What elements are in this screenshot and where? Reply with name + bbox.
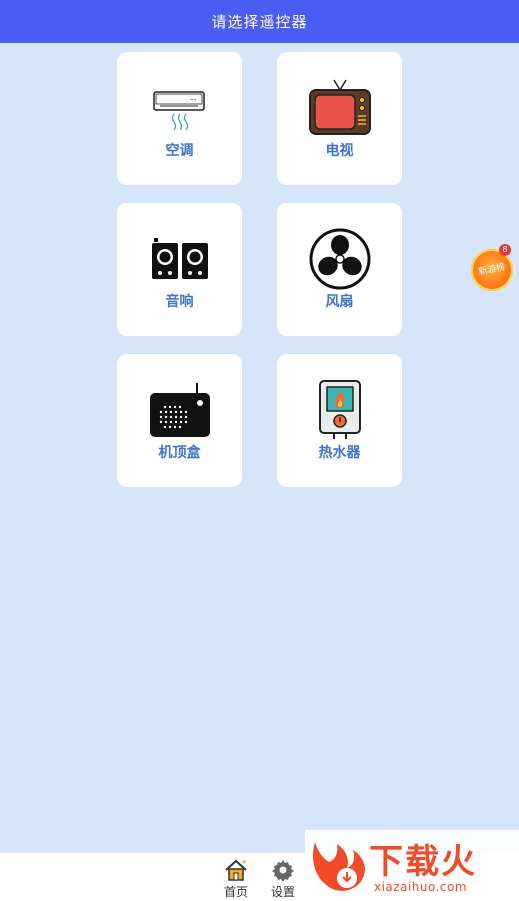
device-card-set-top-box[interactable]: 机顶盒 xyxy=(117,354,242,487)
device-card-air-conditioner[interactable]: ~~ 空调 xyxy=(117,52,242,185)
top-bar: 请选择遥控器 xyxy=(0,0,519,43)
gear-icon xyxy=(272,860,294,882)
badge-text: 新游榜 xyxy=(477,262,507,278)
device-label: 风扇 xyxy=(325,294,354,310)
tab-label: 设置 xyxy=(270,885,295,899)
svg-text:~~: ~~ xyxy=(190,97,197,102)
tab-label: 首页 xyxy=(223,885,248,899)
speaker-icon xyxy=(145,227,215,291)
flame-logo-icon xyxy=(313,842,365,891)
device-label: 电视 xyxy=(325,143,354,159)
home-icon xyxy=(225,859,247,881)
floating-game-badge[interactable]: 新游榜 8 xyxy=(467,243,517,295)
device-label: 机顶盒 xyxy=(158,445,201,461)
badge-count: 8 xyxy=(499,243,512,256)
device-card-speaker[interactable]: 音响 xyxy=(117,203,242,336)
watermark-logo: 下载火 xiazaihuo.com xyxy=(305,830,519,900)
tv-icon xyxy=(305,76,375,140)
fan-icon xyxy=(305,227,375,291)
tab-home[interactable]: 首页 xyxy=(216,858,256,900)
watermark-title: 下载火 xyxy=(369,842,477,882)
air-conditioner-icon: ~~ xyxy=(145,76,215,140)
device-card-fan[interactable]: 风扇 xyxy=(277,203,402,336)
device-label: 空调 xyxy=(165,143,194,159)
device-label: 音响 xyxy=(165,294,194,310)
water-heater-icon xyxy=(305,378,375,442)
device-card-tv[interactable]: 电视 xyxy=(277,52,402,185)
watermark-site: xiazaihuo.com xyxy=(374,880,468,894)
device-label: 热水器 xyxy=(318,445,361,461)
set-top-box-icon xyxy=(145,378,215,442)
tab-settings[interactable]: 设置 xyxy=(263,858,303,900)
device-card-water-heater[interactable]: 热水器 xyxy=(277,354,402,487)
page-title: 请选择遥控器 xyxy=(211,13,308,31)
